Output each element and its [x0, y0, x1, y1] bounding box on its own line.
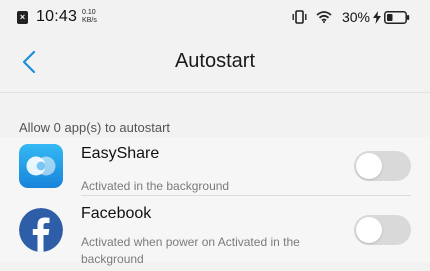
autostart-toggle-facebook[interactable]: [354, 215, 411, 245]
app-description: Activated when power on Activated in the…: [81, 235, 300, 266]
wifi-icon: [316, 11, 332, 23]
charging-bolt-icon: [373, 10, 381, 24]
notification-icon: ×: [17, 10, 28, 24]
status-bar: × 10:43 0.10 KB/s 30%: [0, 0, 430, 34]
app-description: Activated in the background: [81, 179, 230, 193]
battery-icon: [384, 10, 410, 24]
net-speed: 0.10 KB/s: [82, 9, 97, 25]
app-name: EasyShare: [81, 145, 160, 162]
toggle-knob: [356, 217, 382, 243]
header-divider: [0, 92, 430, 93]
list-item: EasyShare Activated in the background: [0, 137, 430, 196]
net-speed-unit: KB/s: [82, 17, 97, 24]
app-name: Facebook: [81, 205, 152, 222]
net-speed-value: 0.10: [82, 9, 96, 16]
battery-percent: 30%: [341, 9, 370, 25]
status-time: 10:43: [36, 8, 78, 25]
autostart-toggle-easyshare[interactable]: [354, 151, 411, 181]
app-list: EasyShare Activated in the background Fa…: [0, 137, 430, 266]
list-item: Facebook Activated when power on Activat…: [0, 196, 430, 266]
easyshare-icon: [19, 144, 63, 188]
toggle-knob: [356, 153, 382, 179]
page-title: Autostart: [174, 50, 256, 72]
section-header: Allow 0 app(s) to autostart: [19, 120, 171, 135]
vibrate-icon: [292, 10, 307, 24]
title-bar: Autostart: [0, 34, 430, 90]
facebook-icon: [19, 208, 63, 252]
